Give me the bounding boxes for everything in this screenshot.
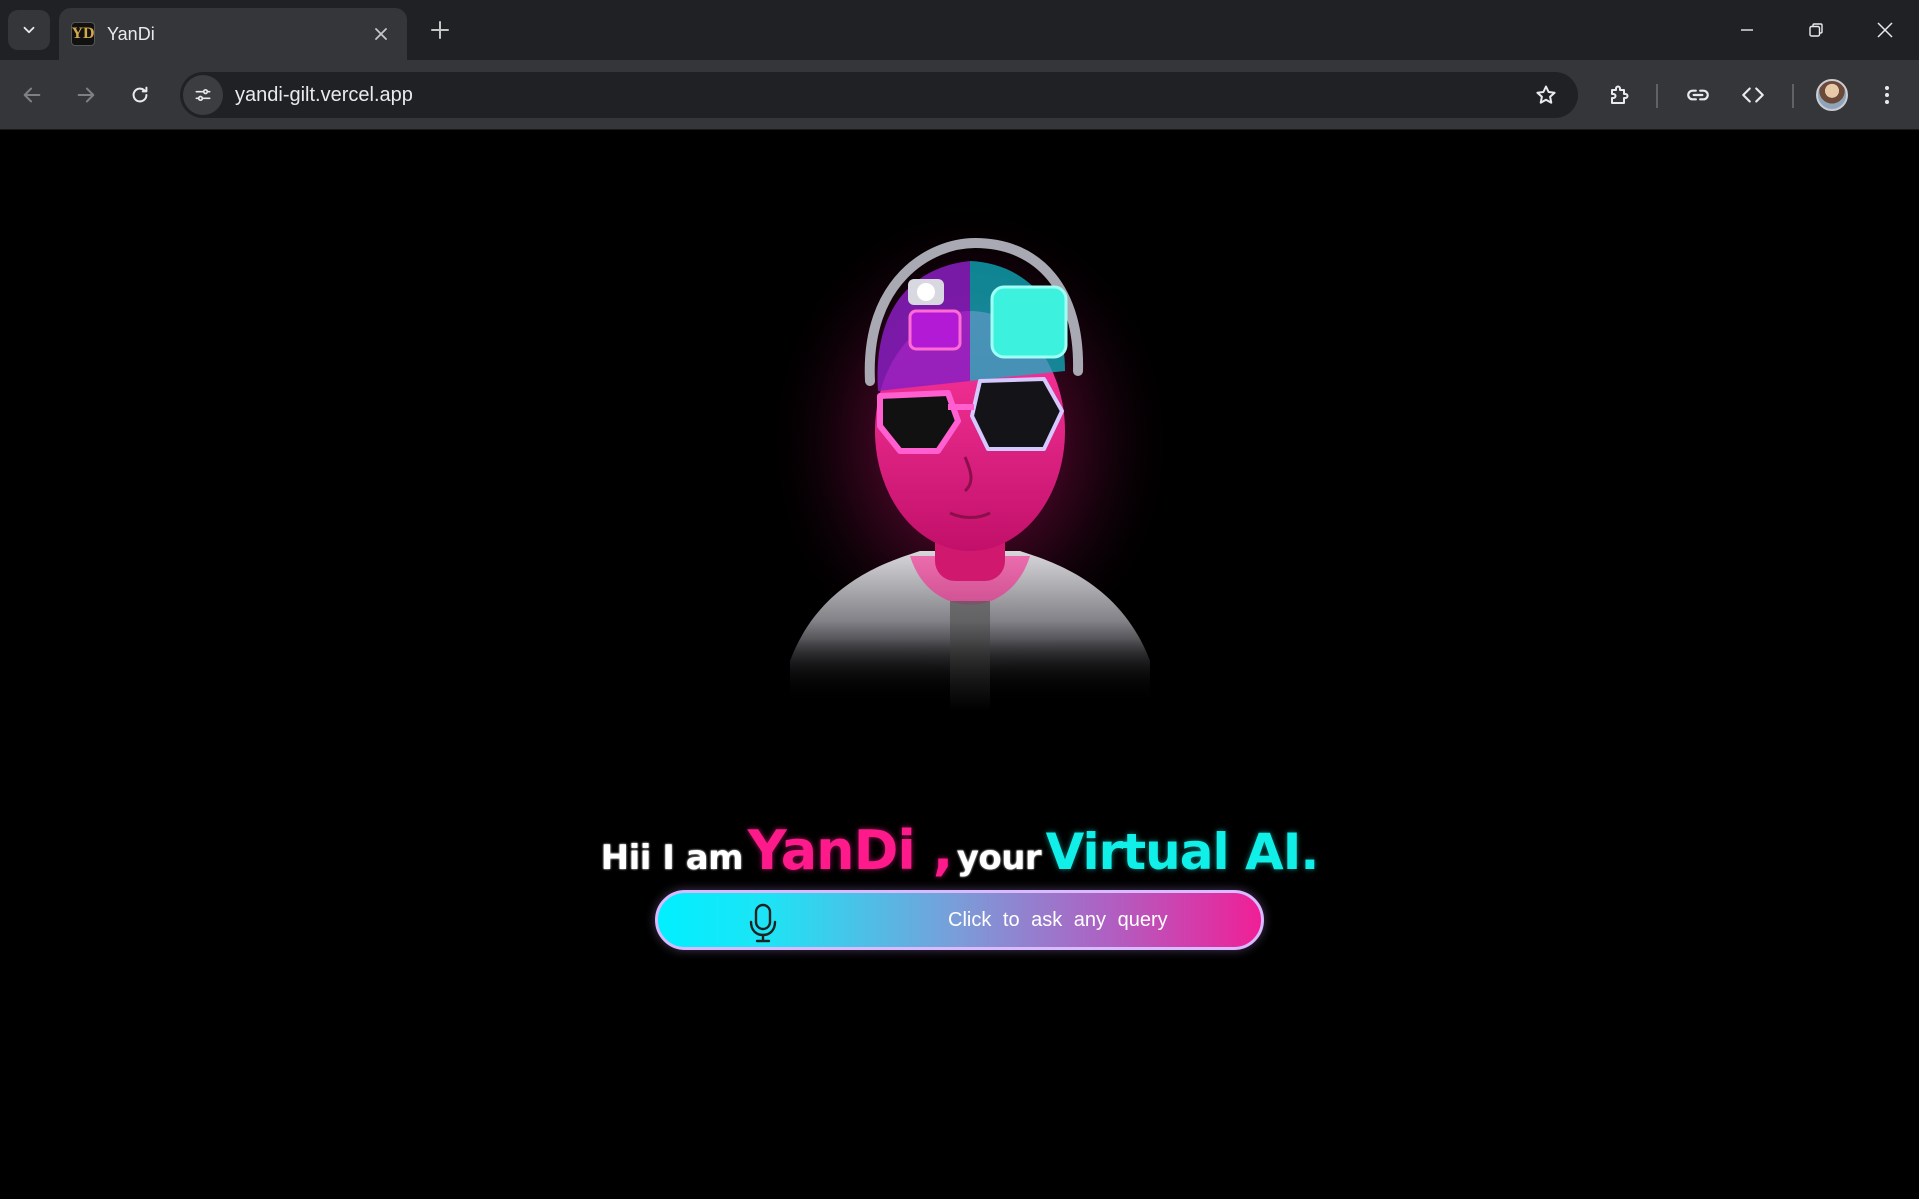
reload-icon bbox=[132, 86, 148, 103]
copy-link-button[interactable] bbox=[1678, 75, 1718, 115]
devtools-button[interactable] bbox=[1733, 75, 1773, 115]
code-icon bbox=[1742, 87, 1764, 103]
tune-icon bbox=[195, 89, 211, 102]
cyber-avatar-image bbox=[760, 221, 1180, 711]
chevron-down-icon bbox=[23, 26, 35, 34]
hero-tagline: Hii I am YanDi , your Virtual AI. bbox=[0, 819, 1919, 882]
tab-strip: YD YanDi bbox=[0, 0, 1919, 60]
tagline-role: Virtual AI. bbox=[1045, 823, 1320, 881]
kebab-icon bbox=[1885, 86, 1889, 104]
reload-button[interactable] bbox=[120, 75, 160, 115]
tagline-name: YanDi , bbox=[747, 819, 954, 882]
back-button[interactable] bbox=[12, 75, 52, 115]
minimize-button[interactable] bbox=[1713, 0, 1781, 60]
toolbar-separator bbox=[1792, 84, 1794, 108]
minimize-icon bbox=[1741, 29, 1753, 31]
tagline-middle: your bbox=[956, 838, 1042, 878]
site-info-button[interactable] bbox=[183, 75, 223, 115]
tab-close-button[interactable] bbox=[367, 20, 395, 48]
browser-toolbar: yandi-gilt.vercel.app bbox=[0, 60, 1919, 130]
restore-button[interactable] bbox=[1782, 0, 1850, 60]
active-tab[interactable]: YD YanDi bbox=[59, 8, 407, 60]
bookmark-button[interactable] bbox=[1526, 75, 1566, 115]
close-window-button[interactable] bbox=[1851, 0, 1919, 60]
profile-avatar[interactable] bbox=[1816, 79, 1848, 111]
close-icon bbox=[375, 28, 387, 40]
star-icon bbox=[1536, 85, 1556, 104]
toolbar-separator bbox=[1656, 84, 1658, 108]
extensions-button[interactable] bbox=[1599, 75, 1639, 115]
link-icon bbox=[1687, 89, 1709, 101]
address-bar[interactable]: yandi-gilt.vercel.app bbox=[180, 72, 1578, 118]
microphone-icon bbox=[749, 903, 777, 943]
page-content: Hii I am YanDi , your Virtual AI. Click … bbox=[0, 131, 1919, 1199]
tab-search-button[interactable] bbox=[8, 10, 50, 50]
restore-icon bbox=[1809, 23, 1823, 37]
tagline-intro: Hii I am bbox=[600, 838, 744, 878]
site-favicon: YD bbox=[71, 22, 95, 46]
browser-menu-button[interactable] bbox=[1867, 75, 1907, 115]
query-button-label: Click to ask any query bbox=[948, 909, 1168, 931]
puzzle-icon bbox=[1611, 85, 1629, 104]
tab-title: YanDi bbox=[107, 23, 155, 44]
new-tab-button[interactable] bbox=[422, 12, 458, 48]
close-icon bbox=[1877, 22, 1893, 38]
voice-query-button[interactable]: Click to ask any query bbox=[655, 890, 1264, 950]
url-text[interactable]: yandi-gilt.vercel.app bbox=[235, 84, 1526, 107]
plus-icon bbox=[431, 21, 449, 39]
arrow-left-icon bbox=[23, 87, 41, 103]
arrow-right-icon bbox=[77, 87, 95, 103]
forward-button[interactable] bbox=[66, 75, 106, 115]
